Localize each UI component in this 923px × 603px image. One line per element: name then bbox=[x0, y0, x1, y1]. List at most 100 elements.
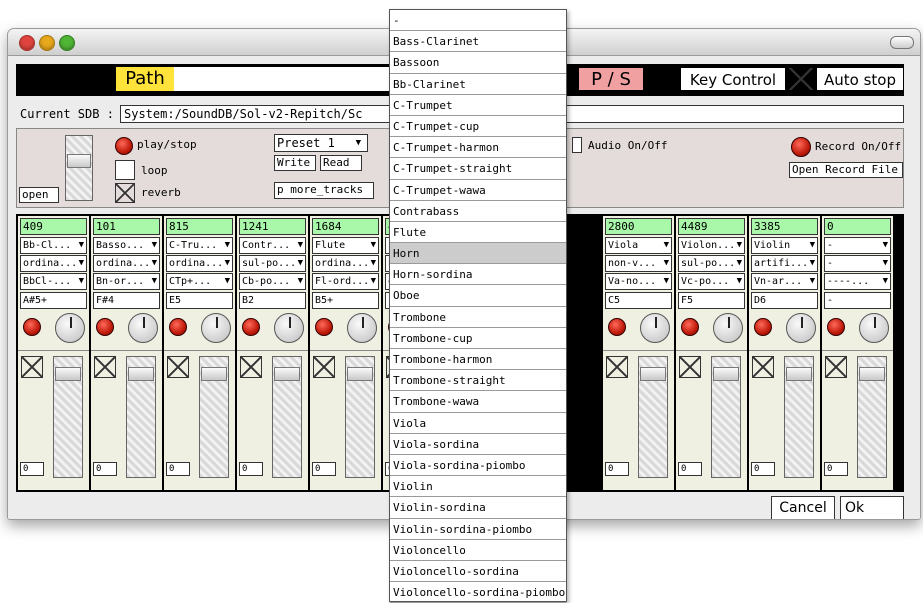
track-play-led[interactable] bbox=[242, 318, 260, 336]
pan-knob[interactable] bbox=[786, 313, 816, 343]
dropdown-item[interactable]: Violin-sordina-piombo bbox=[390, 519, 566, 540]
track-level-field[interactable]: 0 bbox=[20, 462, 44, 476]
track-mute-checkbox[interactable] bbox=[752, 356, 774, 378]
track-level-field[interactable]: 0 bbox=[824, 462, 848, 476]
instrument-menu[interactable]: Basso... ▼ bbox=[93, 237, 160, 254]
dropdown-item[interactable]: Flute bbox=[390, 222, 566, 244]
track-level-field[interactable]: 0 bbox=[166, 462, 190, 476]
note-field[interactable]: F#4 bbox=[93, 292, 160, 309]
dropdown-item[interactable]: Viola-sordina bbox=[390, 434, 566, 455]
track-level-field[interactable]: 0 bbox=[239, 462, 263, 476]
note-field[interactable]: B2 bbox=[239, 292, 306, 309]
open-button[interactable]: open bbox=[19, 187, 59, 203]
track-level-field[interactable]: 0 bbox=[312, 462, 336, 476]
auto-stop-checkbox[interactable] bbox=[788, 67, 814, 91]
track-level-field[interactable]: 0 bbox=[93, 462, 117, 476]
pan-knob[interactable] bbox=[55, 313, 85, 343]
track-number-field[interactable]: 1241 bbox=[239, 218, 306, 235]
playing-mode-menu[interactable]: non-v... ▼ bbox=[605, 255, 672, 272]
track-play-led[interactable] bbox=[608, 318, 626, 336]
dropdown-item[interactable]: Trombone bbox=[390, 307, 566, 328]
playing-mode-menu[interactable]: - ▼ bbox=[824, 255, 891, 272]
open-record-file-button[interactable]: Open Record File bbox=[789, 162, 903, 178]
sample-variant-menu[interactable]: BbCl-... ▼ bbox=[20, 273, 87, 290]
track-mute-checkbox[interactable] bbox=[606, 356, 628, 378]
track-number-field[interactable]: 3385 bbox=[751, 218, 818, 235]
pan-knob[interactable] bbox=[347, 313, 377, 343]
dropdown-item[interactable]: C-Trumpet-harmon bbox=[390, 137, 566, 159]
dropdown-item[interactable]: C-Trumpet-wawa bbox=[390, 180, 566, 201]
instrument-menu[interactable]: - ▼ bbox=[824, 237, 891, 254]
track-mute-checkbox[interactable] bbox=[825, 356, 847, 378]
track-volume-thumb[interactable] bbox=[347, 367, 373, 381]
track-volume-thumb[interactable] bbox=[55, 367, 81, 381]
track-mute-checkbox[interactable] bbox=[167, 356, 189, 378]
minimize-button[interactable] bbox=[39, 35, 55, 51]
instrument-menu[interactable]: Viola ▼ bbox=[605, 237, 672, 254]
master-volume-slider[interactable] bbox=[65, 135, 93, 201]
track-play-led[interactable] bbox=[754, 318, 772, 336]
dropdown-item[interactable]: Horn-sordina bbox=[390, 264, 566, 286]
track-level-field[interactable]: 0 bbox=[751, 462, 775, 476]
track-number-field[interactable]: 2800 bbox=[605, 218, 672, 235]
track-volume-thumb[interactable] bbox=[859, 367, 885, 381]
note-field[interactable]: D6 bbox=[751, 292, 818, 309]
track-volume-thumb[interactable] bbox=[274, 367, 300, 381]
track-number-field[interactable]: 1684 bbox=[312, 218, 379, 235]
track-level-field[interactable]: 0 bbox=[605, 462, 629, 476]
dropdown-item[interactable]: Trombone-wawa bbox=[390, 391, 566, 413]
reverb-checkbox[interactable] bbox=[115, 183, 135, 203]
master-volume-thumb[interactable] bbox=[67, 154, 91, 168]
cancel-button[interactable]: Cancel bbox=[771, 496, 835, 519]
track-volume-thumb[interactable] bbox=[128, 367, 154, 381]
note-field[interactable]: C5 bbox=[605, 292, 672, 309]
track-play-led[interactable] bbox=[96, 318, 114, 336]
note-field[interactable]: B5+ bbox=[312, 292, 379, 309]
instrument-menu[interactable]: Violin ▼ bbox=[751, 237, 818, 254]
dropdown-item[interactable]: Viola-sordina-piombo bbox=[390, 455, 566, 477]
track-volume-thumb[interactable] bbox=[640, 367, 666, 381]
instrument-menu[interactable]: Flute ▼ bbox=[312, 237, 379, 254]
track-play-led[interactable] bbox=[169, 318, 187, 336]
pan-knob[interactable] bbox=[201, 313, 231, 343]
sample-variant-menu[interactable]: Bn-or... ▼ bbox=[93, 273, 160, 290]
close-button[interactable] bbox=[19, 35, 35, 51]
instrument-menu[interactable]: Violon... ▼ bbox=[678, 237, 745, 254]
track-volume-slider[interactable] bbox=[126, 356, 156, 478]
track-volume-slider[interactable] bbox=[784, 356, 814, 478]
sample-variant-menu[interactable]: ----... ▼ bbox=[824, 273, 891, 290]
track-play-led[interactable] bbox=[315, 318, 333, 336]
playing-mode-menu[interactable]: ordina... ▼ bbox=[20, 255, 87, 272]
dropdown-item[interactable]: Viola bbox=[390, 413, 566, 434]
track-mute-checkbox[interactable] bbox=[679, 356, 701, 378]
record-led[interactable] bbox=[791, 137, 811, 157]
more-tracks-button[interactable]: p more_tracks bbox=[274, 182, 374, 199]
track-volume-slider[interactable] bbox=[199, 356, 229, 478]
playing-mode-menu[interactable]: sul-po... ▼ bbox=[239, 255, 306, 272]
track-mute-checkbox[interactable] bbox=[94, 356, 116, 378]
track-number-field[interactable]: 815 bbox=[166, 218, 233, 235]
pan-knob[interactable] bbox=[859, 313, 889, 343]
sample-variant-menu[interactable]: Va-no... ▼ bbox=[605, 273, 672, 290]
playing-mode-menu[interactable]: ordina... ▼ bbox=[93, 255, 160, 272]
ok-button[interactable]: Ok bbox=[840, 496, 904, 519]
dropdown-item[interactable]: Bass-Clarinet bbox=[390, 31, 566, 53]
dropdown-item[interactable]: Bb-Clarinet bbox=[390, 74, 566, 95]
note-field[interactable]: - bbox=[824, 292, 891, 309]
dropdown-item[interactable]: Trombone-harmon bbox=[390, 349, 566, 371]
ps-button[interactable]: P / S bbox=[578, 67, 644, 91]
pan-knob[interactable] bbox=[640, 313, 670, 343]
dropdown-item[interactable]: - bbox=[390, 10, 566, 32]
preset-select[interactable]: Preset 1 ▼ bbox=[274, 134, 368, 152]
key-control-button[interactable]: Key Control bbox=[680, 67, 786, 91]
track-number-field[interactable]: 4489 bbox=[678, 218, 745, 235]
dropdown-item[interactable]: Violin bbox=[390, 476, 566, 498]
note-field[interactable]: F5 bbox=[678, 292, 745, 309]
dropdown-item[interactable]: C-Trumpet-cup bbox=[390, 116, 566, 138]
track-volume-slider[interactable] bbox=[711, 356, 741, 478]
dropdown-item[interactable]: Violoncello-sordina-piombo bbox=[390, 582, 566, 603]
dropdown-item[interactable]: C-Trumpet bbox=[390, 95, 566, 116]
dropdown-item[interactable]: Horn bbox=[390, 243, 566, 265]
note-field[interactable]: E5 bbox=[166, 292, 233, 309]
dropdown-item[interactable]: Oboe bbox=[390, 285, 566, 307]
